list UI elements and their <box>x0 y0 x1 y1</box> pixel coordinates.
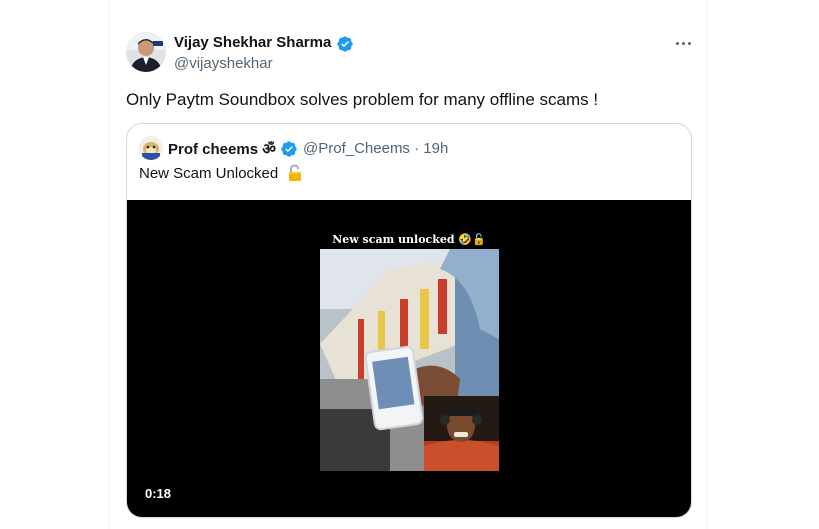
unlocked-padlock-icon <box>289 164 301 181</box>
video-player[interactable]: New scam unlocked 🤣🔓 0:18 <box>127 200 691 517</box>
meta-separator: · <box>414 140 420 157</box>
quoted-verified-badge-icon <box>281 141 297 157</box>
author-avatar[interactable] <box>126 32 166 72</box>
quoted-author-avatar[interactable] <box>139 136 163 160</box>
tweet-text: Only Paytm Soundbox solves problem for m… <box>126 90 599 109</box>
timeline-right-border <box>707 0 708 529</box>
video-duration: 0:18 <box>145 486 172 501</box>
reaction-overlay-image <box>424 396 499 471</box>
quoted-author-meta[interactable]: @Prof_Cheems · 19h <box>303 140 448 157</box>
quoted-text: New Scam Unlocked <box>139 165 279 182</box>
quoted-author-name[interactable]: Prof cheems ॐ <box>168 139 276 159</box>
quoted-tweet[interactable]: Prof cheems ॐ @Prof_Cheems · 19h New Sca… <box>126 123 692 518</box>
author-name[interactable]: Vijay Shekhar Sharma <box>174 34 331 51</box>
video-caption: New scam unlocked 🤣🔓 <box>332 233 486 246</box>
more-options-button[interactable] <box>668 32 698 54</box>
more-horizontal-icon <box>675 41 679 45</box>
timeline-left-border <box>109 0 110 529</box>
verified-badge-icon <box>337 36 353 52</box>
author-handle[interactable]: @vijayshekhar <box>174 55 273 72</box>
quoted-author-handle[interactable]: @Prof_Cheems <box>303 140 410 157</box>
quoted-time[interactable]: 19h <box>423 140 448 157</box>
